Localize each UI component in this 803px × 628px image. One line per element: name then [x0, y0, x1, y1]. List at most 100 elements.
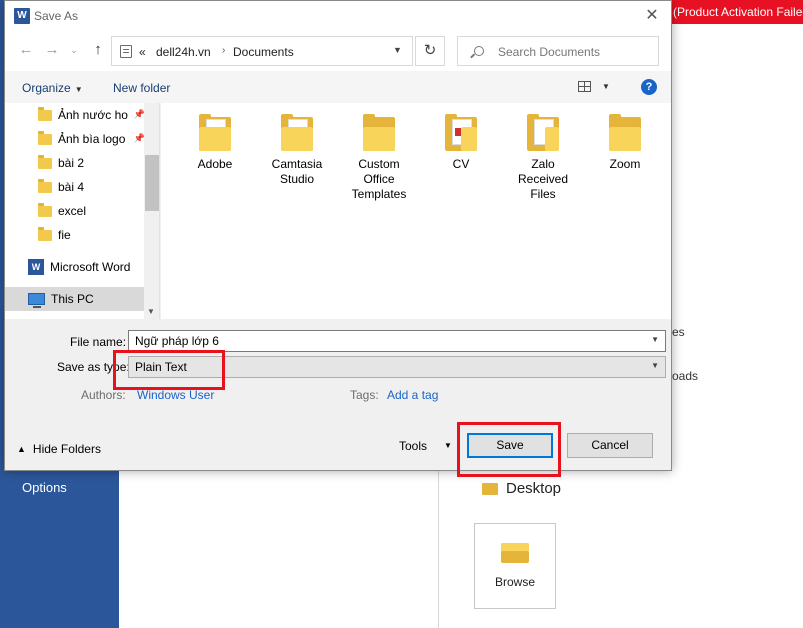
folder-name: Custom Office Templates — [351, 157, 407, 201]
scrollbar-thumb[interactable] — [145, 155, 159, 211]
view-options-chevron-icon[interactable]: ▼ — [602, 82, 610, 91]
nav-item-label: bài 4 — [58, 180, 85, 194]
browse-label: Browse — [494, 575, 535, 589]
authors-label: Authors: — [81, 388, 126, 402]
folder-icon — [38, 106, 52, 121]
nav-item-bai-2[interactable]: bài 2 — [5, 151, 145, 175]
nav-item-this-pc[interactable]: This PC — [5, 287, 145, 311]
folder-name: Camtasia Studio — [271, 157, 323, 186]
close-icon[interactable]: ✕ — [641, 5, 663, 27]
forward-arrow-icon[interactable]: → — [43, 41, 61, 59]
hide-folders-button[interactable]: ▲ Hide Folders — [17, 442, 101, 456]
address-dropdown-icon[interactable]: ▼ — [393, 45, 402, 55]
change-view-icon[interactable] — [578, 81, 591, 92]
nav-item-anh-bia-logo[interactable]: Ảnh bìa logo 📌 — [5, 127, 145, 151]
tags-label: Tags: — [350, 388, 379, 402]
new-folder-button[interactable]: New folder — [113, 81, 170, 95]
file-name-label: File name: — [70, 335, 127, 349]
organize-label: Organize — [22, 81, 71, 95]
folder-icon — [38, 130, 52, 145]
nav-item-label: Microsoft Word — [50, 260, 131, 274]
tools-label: Tools — [399, 439, 428, 453]
save-as-type-select[interactable]: Plain Text ▼ — [128, 356, 666, 378]
file-list: Adobe Camtasia Studio Custom Office Temp… — [161, 103, 671, 319]
folder-icon — [482, 482, 498, 495]
folder-icon — [38, 178, 52, 193]
chevron-down-icon: ▼ — [651, 361, 659, 370]
computer-icon — [28, 293, 45, 308]
tags-field[interactable]: Add a tag — [387, 388, 438, 402]
folder-item[interactable]: Camtasia Studio — [261, 114, 333, 187]
file-name-field[interactable]: Ngữ pháp lớp 6 ▼ — [128, 330, 666, 352]
navigation-pane: Ảnh nước ho 📌 Ảnh bìa logo 📌 bài 2 bài 4… — [5, 103, 160, 319]
navigation-row: ← → ⌄ ↑ « dell24h.vn › Documents ▼ ↻ Sea… — [5, 31, 671, 71]
folder-icon — [199, 114, 231, 151]
folder-item[interactable]: Adobe — [179, 114, 251, 172]
folder-icon — [527, 114, 559, 151]
backstage-options-item[interactable]: Options — [22, 480, 67, 495]
authors-field[interactable]: Windows User — [137, 388, 214, 402]
file-name-value: Ngữ pháp lớp 6 — [135, 334, 219, 348]
back-arrow-icon[interactable]: ← — [17, 41, 35, 59]
search-icon — [474, 46, 484, 56]
folder-icon — [281, 114, 313, 151]
nav-item-microsoft-word[interactable]: W Microsoft Word — [5, 255, 145, 279]
breadcrumb-documents[interactable]: Documents — [233, 45, 294, 59]
nav-item-label: Ảnh bìa logo — [58, 132, 126, 146]
up-arrow-icon[interactable]: ↑ — [89, 41, 107, 59]
folder-item[interactable]: Zoom — [589, 114, 661, 172]
dialog-titlebar: W Save As ✕ — [5, 1, 671, 31]
cancel-button[interactable]: Cancel — [567, 433, 653, 458]
backstage-divider — [438, 470, 439, 628]
recent-locations-chevron-icon[interactable]: ⌄ — [65, 41, 83, 59]
tools-menu[interactable]: Tools ▼ — [399, 439, 452, 453]
folder-icon — [38, 226, 52, 241]
desktop-label: Desktop — [506, 480, 562, 497]
breadcrumb-overflow[interactable]: « — [139, 45, 146, 59]
word-icon: W — [28, 259, 44, 275]
nav-item-anh-nuoc-hoa[interactable]: Ảnh nước ho 📌 — [5, 103, 145, 127]
folder-name: Zoom — [609, 157, 641, 171]
search-placeholder: Search Documents — [498, 45, 601, 59]
location-icon — [120, 45, 132, 58]
nav-item-label: bài 2 — [58, 156, 85, 170]
search-box[interactable]: Search Documents — [457, 36, 659, 66]
backstage-browse-button[interactable]: Browse — [474, 523, 556, 609]
nav-item-fie[interactable]: fie — [5, 223, 145, 247]
address-bar[interactable]: « dell24h.vn › Documents ▼ — [111, 36, 413, 66]
chevron-down-icon[interactable]: ▼ — [651, 335, 659, 344]
scroll-down-icon[interactable]: ▼ — [147, 307, 155, 316]
folder-icon — [38, 154, 52, 169]
breadcrumb-dell24h[interactable]: dell24h.vn — [156, 45, 211, 59]
save-button[interactable]: Save — [467, 433, 553, 458]
hide-folders-label: Hide Folders — [32, 442, 101, 456]
nav-item-label: excel — [58, 204, 87, 218]
organize-menu[interactable]: Organize ▼ — [22, 81, 83, 95]
nav-item-label: This PC — [51, 292, 94, 306]
word-icon: W — [14, 8, 30, 24]
folder-name: CV — [452, 157, 470, 171]
backstage-peek-text: oads — [672, 369, 699, 383]
save-as-dialog: W Save As ✕ ← → ⌄ ↑ « dell24h.vn › Docum… — [4, 0, 672, 471]
navigation-pane-scrollbar[interactable]: ▼ — [144, 103, 159, 319]
chevron-up-icon: ▲ — [17, 444, 26, 454]
folder-name: Zalo Received Files — [517, 157, 569, 201]
dialog-title: Save As — [34, 9, 79, 23]
folder-item[interactable]: Zalo Received Files — [507, 114, 579, 202]
open-folder-icon — [501, 543, 529, 563]
nav-item-bai-4[interactable]: bài 4 — [5, 175, 145, 199]
command-toolbar: Organize ▼ New folder ▼ ? — [5, 71, 671, 103]
folder-item[interactable]: CV — [425, 114, 497, 172]
folder-icon — [363, 114, 395, 151]
nav-item-excel[interactable]: excel — [5, 199, 145, 223]
breadcrumb-separator-icon[interactable]: › — [222, 45, 225, 56]
save-as-type-value: Plain Text — [135, 360, 187, 374]
folder-icon — [609, 114, 641, 151]
pdf-folder-icon — [445, 114, 477, 151]
backstage-desktop-location[interactable]: Desktop — [482, 480, 561, 497]
product-activation-banner: (Product Activation Failed) — [671, 0, 803, 24]
chevron-down-icon: ▼ — [74, 85, 83, 94]
help-icon[interactable]: ? — [641, 79, 657, 95]
folder-item[interactable]: Custom Office Templates — [343, 114, 415, 202]
refresh-icon[interactable]: ↻ — [415, 36, 445, 66]
